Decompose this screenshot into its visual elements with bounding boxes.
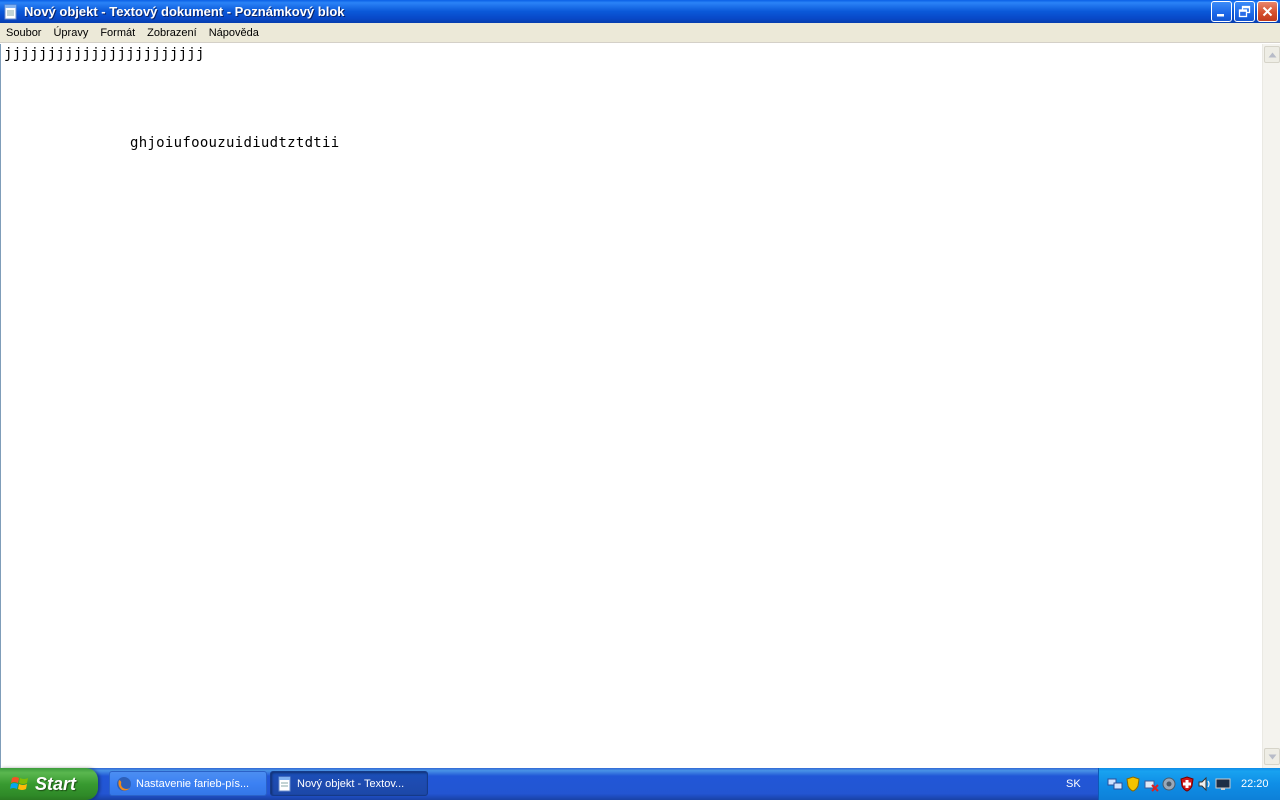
window-title: Nový objekt - Textový dokument - Poznámk…: [24, 4, 345, 19]
scroll-up-icon: [1268, 52, 1276, 57]
volume-icon[interactable]: [1197, 776, 1213, 792]
taskbar-item-label: Nový objekt - Textov...: [297, 777, 405, 790]
window-controls: [1211, 1, 1278, 22]
restore-icon: [1238, 5, 1251, 18]
network-icon[interactable]: [1107, 776, 1123, 792]
menu-zobrazeni[interactable]: Zobrazení: [141, 23, 203, 43]
close-button[interactable]: [1257, 1, 1278, 22]
taskbar-item-notepad[interactable]: Nový objekt - Textov...: [270, 771, 428, 796]
taskbar-item-label: Nastavenie farieb-pís...: [136, 777, 250, 790]
close-icon: [1262, 6, 1273, 17]
taskbar: Start Nastavenie farieb-pís... Nový obje…: [0, 768, 1280, 800]
vertical-scrollbar[interactable]: [1262, 44, 1280, 768]
speaker-alt-icon[interactable]: [1161, 776, 1177, 792]
restore-button[interactable]: [1234, 1, 1255, 22]
menu-napoveda[interactable]: Nápověda: [203, 23, 265, 43]
title-bar[interactable]: Nový objekt - Textový dokument - Poznámk…: [0, 0, 1280, 23]
clock[interactable]: 22:20: [1241, 778, 1269, 790]
scroll-down-button[interactable]: [1264, 748, 1280, 765]
scroll-up-button[interactable]: [1264, 46, 1280, 63]
menu-format[interactable]: Formát: [94, 23, 141, 43]
menu-soubor[interactable]: Soubor: [0, 23, 47, 43]
windows-logo-icon: [10, 777, 28, 790]
taskbar-item-firefox[interactable]: Nastavenie farieb-pís...: [109, 771, 267, 796]
antivirus-icon[interactable]: [1179, 776, 1195, 792]
notepad-icon[interactable]: [3, 4, 19, 20]
language-indicator[interactable]: SK: [1066, 768, 1081, 800]
wireless-disconnected-icon[interactable]: [1143, 776, 1159, 792]
start-label: Start: [35, 773, 77, 794]
menu-bar: Soubor Úpravy Formát Zobrazení Nápověda: [0, 23, 1280, 43]
display-icon[interactable]: [1215, 776, 1231, 792]
minimize-icon: [1217, 14, 1224, 17]
scroll-down-icon: [1268, 754, 1276, 759]
notepad-icon: [278, 776, 291, 791]
text-editor[interactable]: jjjjjjjjjjjjjjjjjjjjjjj ghjoiufoouzuidiu…: [0, 44, 1262, 768]
security-shield-icon[interactable]: [1125, 776, 1141, 792]
start-button[interactable]: Start: [0, 768, 98, 800]
minimize-button[interactable]: [1211, 1, 1232, 22]
system-tray: 22:20: [1098, 768, 1280, 800]
menu-upravy[interactable]: Úpravy: [47, 23, 94, 43]
editor-line: ghjoiufoouzuidiudtztdtii: [130, 135, 340, 151]
editor-line: jjjjjjjjjjjjjjjjjjjjjjj: [4, 46, 205, 62]
firefox-icon: [117, 776, 131, 791]
